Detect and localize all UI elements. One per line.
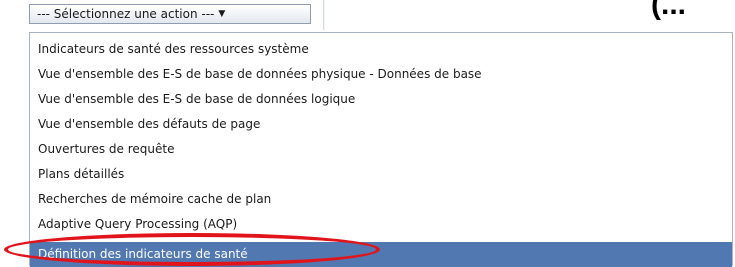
cropped-heading: (... [651,0,686,21]
menu-item[interactable]: Vue d'ensemble des E-S de base de donnée… [30,62,732,87]
menu-item-label: Ouvertures de requête [38,142,175,156]
toolbar-separator [323,0,325,30]
menu-item-label: Adaptive Query Processing (AQP) [38,217,238,231]
action-select-label: --- Sélectionnez une action --- [37,7,215,21]
menu-item[interactable]: Vue d'ensemble des E-S de base de donnée… [30,87,732,112]
menu-item[interactable]: Vue d'ensemble des défauts de page [30,112,732,137]
toolbar: --- Sélectionnez une action --- ▼ (... [0,0,735,30]
menu-item-label: Recherches de mémoire cache de plan [38,192,272,206]
menu-item-label: Plans détaillés [38,167,125,181]
menu-item[interactable]: Plans détaillés [30,162,732,187]
action-select[interactable]: --- Sélectionnez une action --- ▼ [29,4,311,24]
menu-item-label: Vue d'ensemble des E-S de base de donnée… [38,67,482,81]
menu-item-label: Vue d'ensemble des défauts de page [38,117,261,131]
menu-item[interactable]: Indicateurs de santé des ressources syst… [30,37,732,62]
menu-item-label: Indicateurs de santé des ressources syst… [38,42,309,56]
menu-item-label: Définition des indicateurs de santé [38,247,248,261]
menu-item[interactable]: Ouvertures de requête [30,137,732,162]
action-dropdown-menu: Indicateurs de santé des ressources syst… [29,32,733,267]
menu-item-selected[interactable]: Définition des indicateurs de santé [30,242,732,267]
menu-item[interactable]: Recherches de mémoire cache de plan [30,187,732,212]
menu-item[interactable]: Adaptive Query Processing (AQP) [30,212,732,237]
triangle-down-icon: ▼ [218,9,226,19]
menu-item-label: Vue d'ensemble des E-S de base de donnée… [38,92,356,106]
